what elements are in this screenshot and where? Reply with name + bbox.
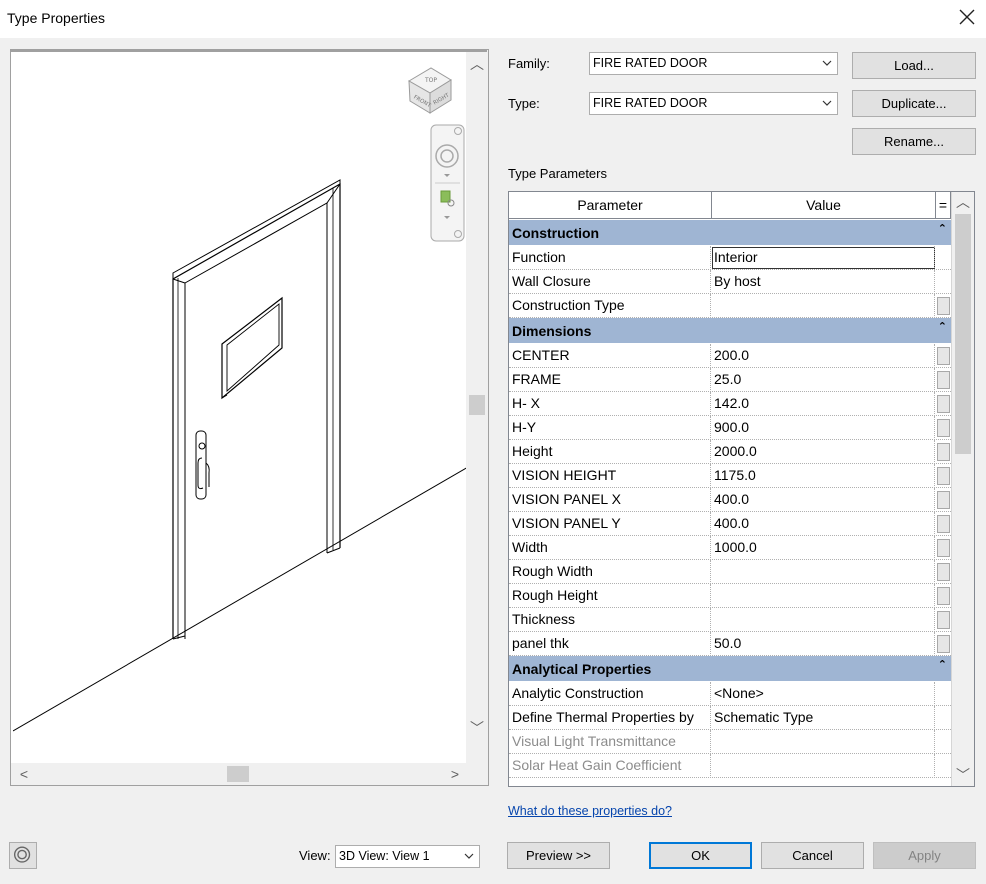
close-icon[interactable] [958, 8, 976, 26]
formula-button[interactable] [937, 587, 950, 605]
view-value: 3D View: View 1 [339, 849, 430, 863]
table-row[interactable]: H- X 142.0 [509, 392, 951, 416]
formula-button[interactable] [937, 371, 950, 389]
group-header-analytical-properties[interactable]: Analytical Properties ⌃ [509, 656, 951, 682]
formula-button[interactable] [937, 297, 950, 315]
grid-header: Parameter Value = [509, 192, 951, 219]
scroll-up-icon[interactable]: ︿ [469, 56, 485, 72]
load-button[interactable]: Load... [852, 52, 976, 79]
scroll-down-icon[interactable]: ﹀ [955, 767, 971, 783]
formula-button[interactable] [937, 563, 950, 581]
table-row[interactable]: Thickness [509, 608, 951, 632]
formula-button[interactable] [937, 491, 950, 509]
family-value: FIRE RATED DOOR [593, 56, 708, 70]
formula-button[interactable] [937, 443, 950, 461]
table-row[interactable]: Construction Type [509, 294, 951, 318]
apply-button[interactable]: Apply [873, 842, 976, 869]
help-link[interactable]: What do these properties do? [508, 804, 672, 818]
table-row: Solar Heat Gain Coefficient [509, 754, 951, 778]
type-label: Type: [508, 96, 540, 111]
preview-panel: TOP FRONT RIGHT ︿ ﹀ < > [10, 49, 489, 786]
cancel-button[interactable]: Cancel [761, 842, 864, 869]
table-row[interactable]: Function Interior [509, 246, 951, 270]
chevron-down-icon [822, 100, 832, 106]
group-header-dimensions[interactable]: Dimensions ⌃ [509, 318, 951, 344]
grid-scroll-thumb[interactable] [955, 214, 971, 454]
formula-button[interactable] [937, 347, 950, 365]
type-dropdown[interactable]: FIRE RATED DOOR [589, 92, 838, 115]
formula-button[interactable] [937, 419, 950, 437]
table-row[interactable]: VISION PANEL X 400.0 [509, 488, 951, 512]
formula-button[interactable] [937, 611, 950, 629]
navigation-bar [430, 124, 465, 242]
family-dropdown[interactable]: FIRE RATED DOOR [589, 52, 838, 75]
viewcube-icon: TOP FRONT RIGHT [408, 67, 452, 114]
group-header-construction[interactable]: Construction ⌃ [509, 220, 951, 246]
eq-column-header: = [936, 192, 951, 219]
door-3d-preview: TOP FRONT RIGHT [13, 67, 468, 732]
view-label: View: [299, 848, 331, 863]
duplicate-button[interactable]: Duplicate... [852, 90, 976, 117]
table-row: Visual Light Transmittance [509, 730, 951, 754]
table-row[interactable]: Analytic Construction <None> [509, 682, 951, 706]
preview-border-top [10, 49, 487, 52]
family-label: Family: [508, 56, 550, 71]
formula-button[interactable] [937, 467, 950, 485]
title-bar: Type Properties [0, 0, 986, 38]
preview-canvas[interactable]: TOP FRONT RIGHT [13, 53, 468, 764]
chevron-down-icon [822, 60, 832, 66]
table-row[interactable]: CENTER 200.0 [509, 344, 951, 368]
steering-wheel-icon[interactable] [9, 842, 37, 869]
table-row[interactable]: H-Y 900.0 [509, 416, 951, 440]
preview-button[interactable]: Preview >> [507, 842, 610, 869]
ok-button[interactable]: OK [649, 842, 752, 869]
type-value: FIRE RATED DOOR [593, 96, 708, 110]
type-properties-dialog: Type Properties TOP FRONT RIGHT ︿ ﹀ < > … [0, 0, 986, 884]
table-row[interactable]: Width 1000.0 [509, 536, 951, 560]
value-column-header[interactable]: Value [712, 192, 936, 219]
preview-vertical-scrollbar[interactable]: ︿ ﹀ [466, 50, 488, 764]
table-row[interactable]: Rough Width [509, 560, 951, 584]
formula-button[interactable] [937, 515, 950, 533]
table-row[interactable]: VISION PANEL Y 400.0 [509, 512, 951, 536]
rename-button[interactable]: Rename... [852, 128, 976, 155]
table-row[interactable]: Wall Closure By host [509, 270, 951, 294]
preview-vscroll-thumb[interactable] [469, 395, 485, 415]
grid-vertical-scrollbar[interactable]: ︿ ﹀ [951, 192, 974, 786]
formula-button[interactable] [937, 539, 950, 557]
scroll-right-icon[interactable]: > [447, 766, 463, 782]
preview-horizontal-scrollbar[interactable]: < > [11, 763, 488, 785]
collapse-icon[interactable]: ⌃ [938, 222, 947, 235]
table-row[interactable]: panel thk 50.0 [509, 632, 951, 656]
table-row[interactable]: VISION HEIGHT 1175.0 [509, 464, 951, 488]
parameter-column-header[interactable]: Parameter [509, 192, 712, 219]
type-parameters-grid: Parameter Value = Construction ⌃ Functio… [508, 191, 975, 787]
formula-button[interactable] [937, 395, 950, 413]
table-row[interactable]: Height 2000.0 [509, 440, 951, 464]
chevron-down-icon [464, 853, 474, 859]
dialog-title: Type Properties [7, 10, 106, 26]
view-dropdown[interactable]: 3D View: View 1 [335, 845, 480, 868]
formula-button[interactable] [937, 635, 950, 653]
svg-text:TOP: TOP [424, 77, 437, 84]
scroll-up-icon[interactable]: ︿ [955, 194, 971, 210]
scroll-down-icon[interactable]: ﹀ [469, 720, 485, 736]
collapse-icon[interactable]: ⌃ [938, 320, 947, 333]
preview-hscroll-thumb[interactable] [227, 766, 249, 782]
table-row[interactable]: Rough Height [509, 584, 951, 608]
table-row[interactable]: FRAME 25.0 [509, 368, 951, 392]
scroll-left-icon[interactable]: < [16, 766, 32, 782]
type-parameters-label: Type Parameters [508, 166, 607, 181]
grid-rows: Construction ⌃ Function Interior Wall Cl… [509, 220, 951, 778]
collapse-icon[interactable]: ⌃ [938, 658, 947, 671]
table-row[interactable]: Define Thermal Properties by Schematic Ty… [509, 706, 951, 730]
